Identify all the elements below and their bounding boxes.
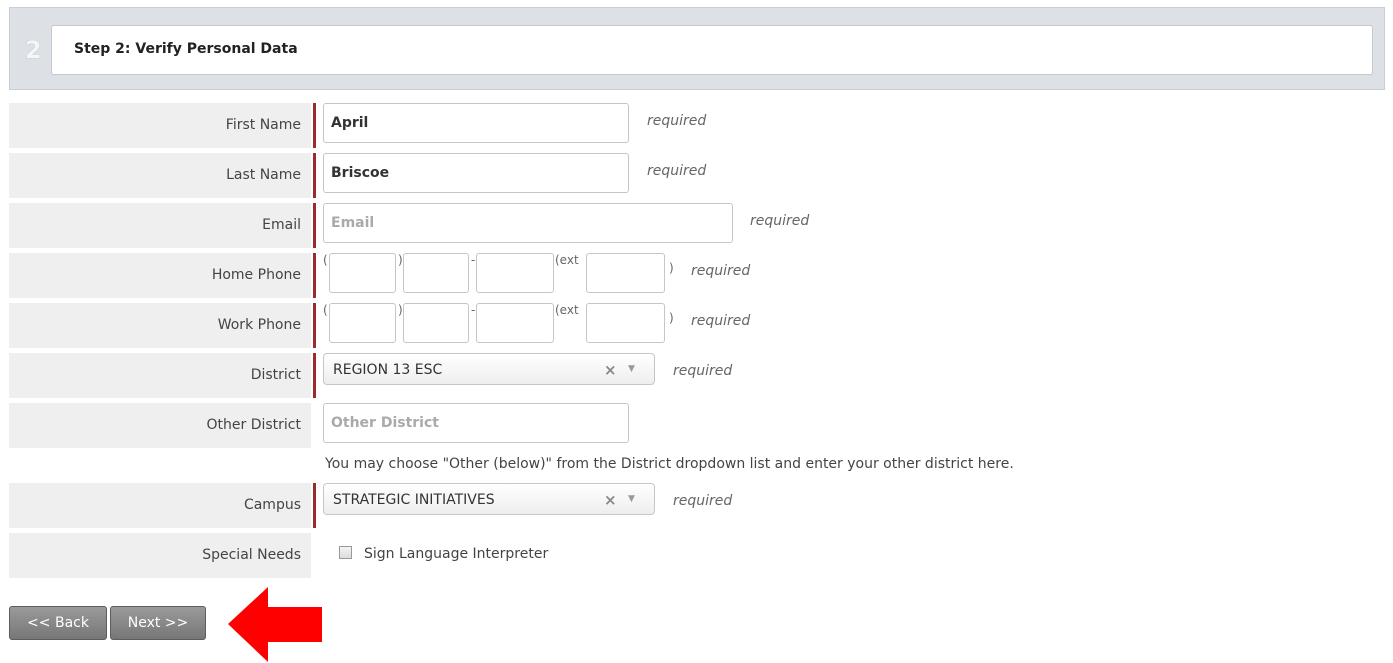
work-phone-prefix[interactable] (403, 303, 469, 343)
other-district-row: Other District (9, 403, 1393, 449)
back-button[interactable]: << Back (9, 606, 107, 640)
campus-label: Campus (243, 497, 301, 513)
district-select[interactable]: REGION 13 ESC × ▼ (323, 353, 655, 385)
work-phone-row: Work Phone ( ) - (ext ) required (9, 303, 1393, 349)
close-paren: ) (398, 253, 403, 267)
step-title-box: Step 2: Verify Personal Data (51, 25, 1373, 75)
home-phone-label-cell: Home Phone (9, 253, 311, 298)
work-phone-label-cell: Work Phone (9, 303, 311, 348)
work-phone-line[interactable] (476, 303, 554, 343)
open-paren: ( (323, 303, 328, 317)
sign-language-label[interactable]: Sign Language Interpreter (364, 546, 548, 562)
last-name-required: required (647, 163, 707, 179)
last-name-row: Last Name required (9, 153, 1393, 199)
other-district-label-cell: Other District (9, 403, 311, 448)
other-district-input[interactable] (323, 403, 629, 443)
home-phone-label: Home Phone (211, 267, 301, 283)
special-needs-label-cell: Special Needs (9, 533, 311, 578)
campus-select[interactable]: STRATEGIC INITIATIVES × ▼ (323, 483, 655, 515)
work-phone-area-code[interactable] (329, 303, 396, 343)
district-required: required (673, 363, 733, 379)
campus-required: required (673, 493, 733, 509)
email-row: Email required (9, 203, 1393, 249)
ext-close-paren: ) (669, 311, 674, 325)
district-selected-value: REGION 13 ESC (333, 362, 443, 378)
required-indicator (313, 203, 316, 248)
chevron-down-icon[interactable]: ▼ (628, 494, 635, 504)
clear-icon[interactable]: × (604, 491, 617, 509)
home-phone-row: Home Phone ( ) - (ext ) required (9, 253, 1393, 299)
red-arrow-annotation-icon (228, 587, 322, 662)
campus-label-cell: Campus (9, 483, 311, 528)
ext-label: (ext (555, 253, 579, 267)
step-number: 2 (25, 36, 42, 64)
home-phone-prefix[interactable] (403, 253, 469, 293)
next-button[interactable]: Next >> (110, 606, 206, 640)
required-indicator (313, 153, 316, 198)
first-name-label-cell: First Name (9, 103, 311, 148)
first-name-label: First Name (225, 117, 301, 133)
other-district-label: Other District (206, 417, 302, 433)
open-paren: ( (323, 253, 328, 267)
email-field[interactable] (323, 203, 733, 243)
clear-icon[interactable]: × (604, 361, 617, 379)
work-phone-ext[interactable] (586, 303, 665, 343)
home-phone-line[interactable] (476, 253, 554, 293)
home-phone-required: required (691, 263, 751, 279)
chevron-down-icon[interactable]: ▼ (628, 364, 635, 374)
email-required: required (750, 213, 810, 229)
home-phone-ext[interactable] (586, 253, 665, 293)
sign-language-checkbox[interactable] (339, 546, 352, 559)
first-name-input[interactable] (323, 103, 629, 143)
work-phone-required: required (691, 313, 751, 329)
ext-label: (ext (555, 303, 579, 317)
special-needs-label: Special Needs (202, 547, 301, 563)
district-row: District REGION 13 ESC × ▼ required (9, 353, 1393, 399)
required-indicator (313, 303, 316, 348)
email-label-cell: Email (9, 203, 311, 248)
special-needs-row: Special Needs Sign Language Interpreter (9, 533, 1393, 579)
campus-selected-value: STRATEGIC INITIATIVES (333, 492, 495, 508)
campus-row: Campus STRATEGIC INITIATIVES × ▼ require… (9, 483, 1393, 529)
other-district-helper-text: You may choose "Other (below)" from the … (325, 456, 1014, 472)
required-indicator (313, 483, 316, 528)
required-indicator (313, 253, 316, 298)
last-name-label: Last Name (226, 167, 301, 183)
email-label: Email (262, 217, 301, 233)
district-label-cell: District (9, 353, 311, 398)
district-label: District (250, 367, 301, 383)
arrow-shape (228, 587, 322, 662)
step-title: Step 2: Verify Personal Data (74, 41, 298, 57)
home-phone-area-code[interactable] (329, 253, 396, 293)
close-paren: ) (398, 303, 403, 317)
first-name-row: First Name required (9, 103, 1393, 149)
required-indicator (313, 353, 316, 398)
ext-close-paren: ) (669, 261, 674, 275)
work-phone-label: Work Phone (217, 317, 301, 333)
required-indicator (313, 103, 316, 148)
dash: - (471, 253, 476, 267)
step-header: 2 Step 2: Verify Personal Data (9, 7, 1385, 90)
last-name-label-cell: Last Name (9, 153, 311, 198)
first-name-required: required (647, 113, 707, 129)
dash: - (471, 303, 476, 317)
last-name-input[interactable] (323, 153, 629, 193)
